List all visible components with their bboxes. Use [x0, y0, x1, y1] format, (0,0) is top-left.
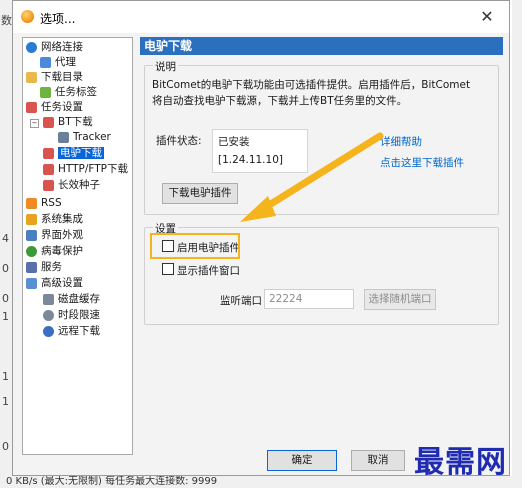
annotation-arrow — [240, 132, 384, 222]
watermark: 最需网 — [414, 445, 507, 480]
arrow-shaft — [262, 132, 384, 211]
arrow-head — [240, 196, 276, 222]
